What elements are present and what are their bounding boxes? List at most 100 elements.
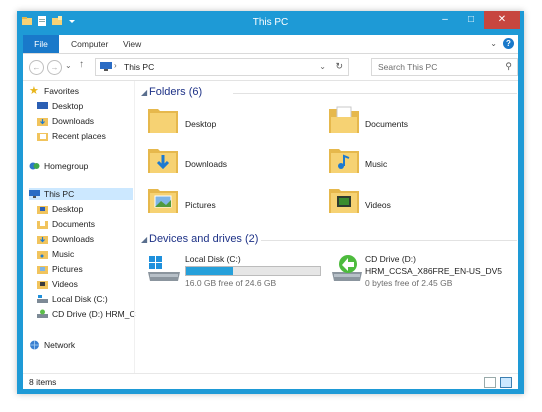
nav-pc-pictures-label: Pictures [52,264,83,274]
nav-pc-cd-drive[interactable]: CD Drive (D:) HRM_C [37,309,136,319]
homegroup-icon [29,162,40,170]
ribbon-controls: ⌄ ? [490,38,514,49]
navigation-pane: ★ Favorites Desktop Downloads Recent pla… [23,81,136,373]
network-icon [30,340,39,350]
explorer-window: This PC – □ ✕ File Computer View ⌄ ? ← →… [17,11,524,394]
drive-d-name[interactable]: CD Drive (D:) [365,254,416,264]
window-controls: – □ ✕ [432,11,520,29]
maximize-button[interactable]: □ [458,11,484,29]
devices-divider [261,240,517,241]
local-disk-large-icon[interactable] [147,253,181,283]
nav-pc-music[interactable]: Music [37,249,74,259]
folder-documents[interactable]: Documents [365,119,408,129]
nav-fav-downloads-label: Downloads [52,116,95,126]
nav-this-pc[interactable]: This PC [29,188,133,200]
nav-pc-local-disk[interactable]: Local Disk (C:) [37,294,108,304]
search-box[interactable]: Search This PC ⚲ [371,58,518,76]
nav-pc-desktop[interactable]: Desktop [37,204,83,214]
item-count: 8 items [29,377,57,387]
nav-fav-desktop[interactable]: Desktop [37,101,83,111]
nav-fav-recent-label: Recent places [52,131,106,141]
status-bar: 8 items [23,373,518,389]
back-button[interactable]: ← [29,60,44,75]
nav-pc-music-label: Music [52,249,75,259]
drive-d-free: 0 bytes free of 2.45 GB [365,278,453,288]
content-area: ★ Favorites Desktop Downloads Recent pla… [23,81,518,373]
nav-this-pc-label: This PC [44,189,75,199]
nav-pc-local-disk-label: Local Disk (C:) [52,294,108,304]
minimize-button[interactable]: – [432,11,458,29]
this-pc-icon [100,62,112,71]
local-disk-icon [37,295,48,303]
breadcrumb-chevron-icon[interactable]: › [114,61,117,70]
folder-desktop[interactable]: Desktop [185,119,216,129]
nav-fav-downloads[interactable]: Downloads [37,116,94,126]
collapse-folders-icon[interactable]: ◢ [141,88,147,97]
drive-c-free: 16.0 GB free of 24.6 GB [185,278,277,288]
nav-network-label: Network [44,340,76,350]
nav-favorites-label: Favorites [44,86,79,96]
videos-folder-icon [37,281,48,289]
folder-videos[interactable]: Videos [365,200,391,210]
documents-large-folder-icon[interactable] [329,105,359,133]
folder-music[interactable]: Music [365,159,387,169]
nav-pc-downloads[interactable]: Downloads [37,234,94,244]
star-icon: ★ [29,85,39,97]
nav-pc-desktop-label: Desktop [52,204,84,214]
drive-d-label: HRM_CCSA_X86FRE_EN-US_DV5 [365,266,502,276]
search-icon[interactable]: ⚲ [505,61,512,72]
tab-computer[interactable]: Computer [71,35,108,53]
nav-pc-downloads-label: Downloads [52,234,95,244]
downloads-folder-icon [37,236,48,244]
refresh-icon[interactable]: ↻ [335,61,343,72]
music-large-folder-icon[interactable] [329,145,359,173]
address-path: This PC [124,62,155,72]
nav-fav-recent[interactable]: Recent places [37,131,106,141]
recent-places-icon [37,133,48,141]
navigation-pane-divider[interactable] [134,81,135,373]
drive-c-name[interactable]: Local Disk (C:) [185,254,241,264]
tiles-view-icon[interactable] [500,377,512,388]
devices-heading[interactable]: Devices and drives (2) [149,233,258,245]
videos-large-folder-icon[interactable] [329,185,359,213]
search-placeholder: Search This PC [378,62,438,72]
nav-pc-videos[interactable]: Videos [37,279,78,289]
music-folder-icon [37,251,48,259]
cd-drive-large-icon[interactable] [331,253,363,283]
nav-homegroup-label: Homegroup [44,161,89,171]
ribbon-tabs: File Computer View ⌄ ? [23,35,518,54]
up-button[interactable]: ↑ [79,59,84,70]
folder-pictures[interactable]: Pictures [185,200,216,210]
desktop-large-folder-icon[interactable] [148,105,178,133]
forward-button[interactable]: → [47,60,62,75]
recent-locations-icon[interactable]: ⌄ [65,61,72,70]
nav-pc-documents-label: Documents [52,219,95,229]
details-view-icon[interactable] [484,377,496,388]
pictures-large-folder-icon[interactable] [148,185,178,213]
address-bar[interactable]: › This PC ⌄ ↻ [95,58,349,76]
folder-downloads[interactable]: Downloads [185,159,227,169]
title-bar: This PC – □ ✕ [17,11,524,35]
downloads-large-folder-icon[interactable] [148,145,178,173]
tab-view[interactable]: View [123,35,141,53]
tab-file[interactable]: File [23,35,59,53]
nav-favorites[interactable]: ★ Favorites [29,85,79,97]
desktop-folder-icon [37,206,48,214]
view-switcher [484,377,512,388]
nav-pc-pictures[interactable]: Pictures [37,264,83,274]
help-icon[interactable]: ? [503,38,514,49]
close-button[interactable]: ✕ [484,11,520,29]
folders-divider [233,93,517,94]
documents-folder-icon [37,220,48,229]
address-dropdown-icon[interactable]: ⌄ [319,62,326,71]
nav-pc-cd-drive-label: CD Drive (D:) HRM_C [52,309,136,319]
nav-network[interactable]: Network [29,340,75,350]
folders-heading[interactable]: Folders (6) [149,86,202,98]
nav-pc-documents[interactable]: Documents [37,219,95,229]
expand-ribbon-icon[interactable]: ⌄ [490,39,497,48]
nav-homegroup[interactable]: Homegroup [29,161,88,171]
nav-fav-desktop-label: Desktop [52,101,84,111]
pictures-folder-icon [37,266,48,274]
collapse-devices-icon[interactable]: ◢ [141,235,147,244]
drive-c-usage-fill [186,267,233,275]
